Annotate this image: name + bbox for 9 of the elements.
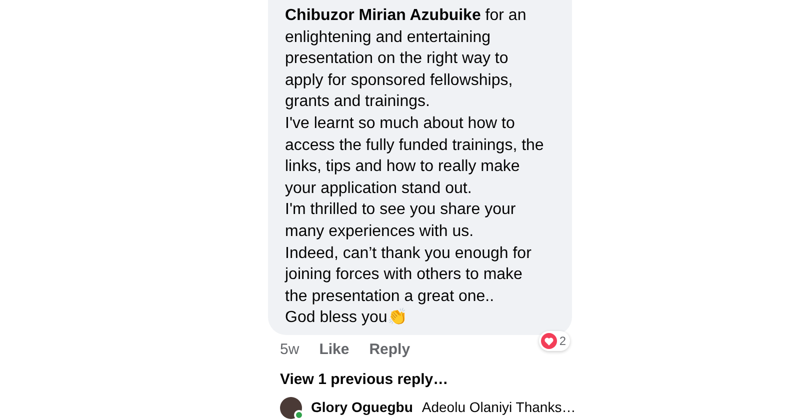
reaction-badge[interactable]: 2 xyxy=(539,330,570,351)
comment-time: 5w xyxy=(280,340,300,358)
comment-action[interactable]: Reply xyxy=(369,340,410,358)
reaction-count: 2 xyxy=(559,334,566,348)
reply-text: Adeolu Olaniyi Thanks… xyxy=(422,399,576,416)
comment-action[interactable]: Like xyxy=(319,340,350,358)
reply-author[interactable]: Glory Oguegbu xyxy=(311,399,413,416)
view-replies-link[interactable]: View 1 previous reply… xyxy=(280,370,448,388)
comment-text: Chibuzor Mirian Azubuike for an enlightening and entertaining presentation on the right way to apply for sponsored fellowships, grants and trainings. I've learnt so much about how to access the fully funded trainings, the links, tips and how to really make your application stand out. I'm thrilled to see you share your many experiences with us. Indeed, can’t thank you enough for joining forces with others to make the presentation a great one.. God bless you👏 xyxy=(285,6,545,328)
